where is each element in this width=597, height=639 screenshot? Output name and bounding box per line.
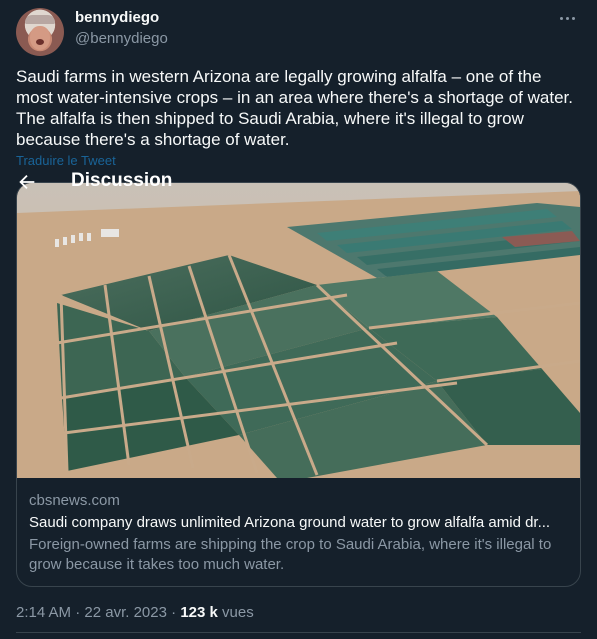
discussion-title: Discussion xyxy=(71,170,173,191)
tweet-meta: 2:14 AM · 22 avr. 2023 · 123 k vues xyxy=(16,604,254,621)
avatar[interactable] xyxy=(16,8,64,56)
translate-link[interactable]: Traduire le Tweet xyxy=(16,153,116,168)
views-label: vues xyxy=(217,604,254,621)
views-count[interactable]: 123 k xyxy=(180,604,218,621)
meta-separator-2: · xyxy=(166,604,181,621)
author-display-name[interactable]: bennydiego xyxy=(75,9,159,26)
avatar-face xyxy=(30,26,50,50)
avatar-mouth xyxy=(36,39,44,45)
tweet-time[interactable]: 2:14 AM xyxy=(16,604,71,621)
card-description: Foreign-owned farms are shipping the cro… xyxy=(29,536,552,573)
card-title: Saudi company draws unlimited Arizona gr… xyxy=(29,514,551,531)
tweet-text: Saudi farms in western Arizona are legal… xyxy=(16,67,573,149)
card-domain: cbsnews.com xyxy=(29,492,120,509)
more-options-button[interactable] xyxy=(555,8,579,28)
card-image xyxy=(17,183,580,478)
avatar-hat xyxy=(25,15,55,24)
link-card[interactable]: cbsnews.com Saudi company draws unlimite… xyxy=(16,182,581,587)
meta-separator: · xyxy=(71,604,85,621)
divider xyxy=(16,632,581,633)
author-handle[interactable]: @bennydiego xyxy=(75,30,168,47)
tweet-date[interactable]: 22 avr. 2023 xyxy=(84,604,167,621)
more-dots-icon xyxy=(559,16,563,20)
arrow-left-icon[interactable] xyxy=(16,171,38,193)
